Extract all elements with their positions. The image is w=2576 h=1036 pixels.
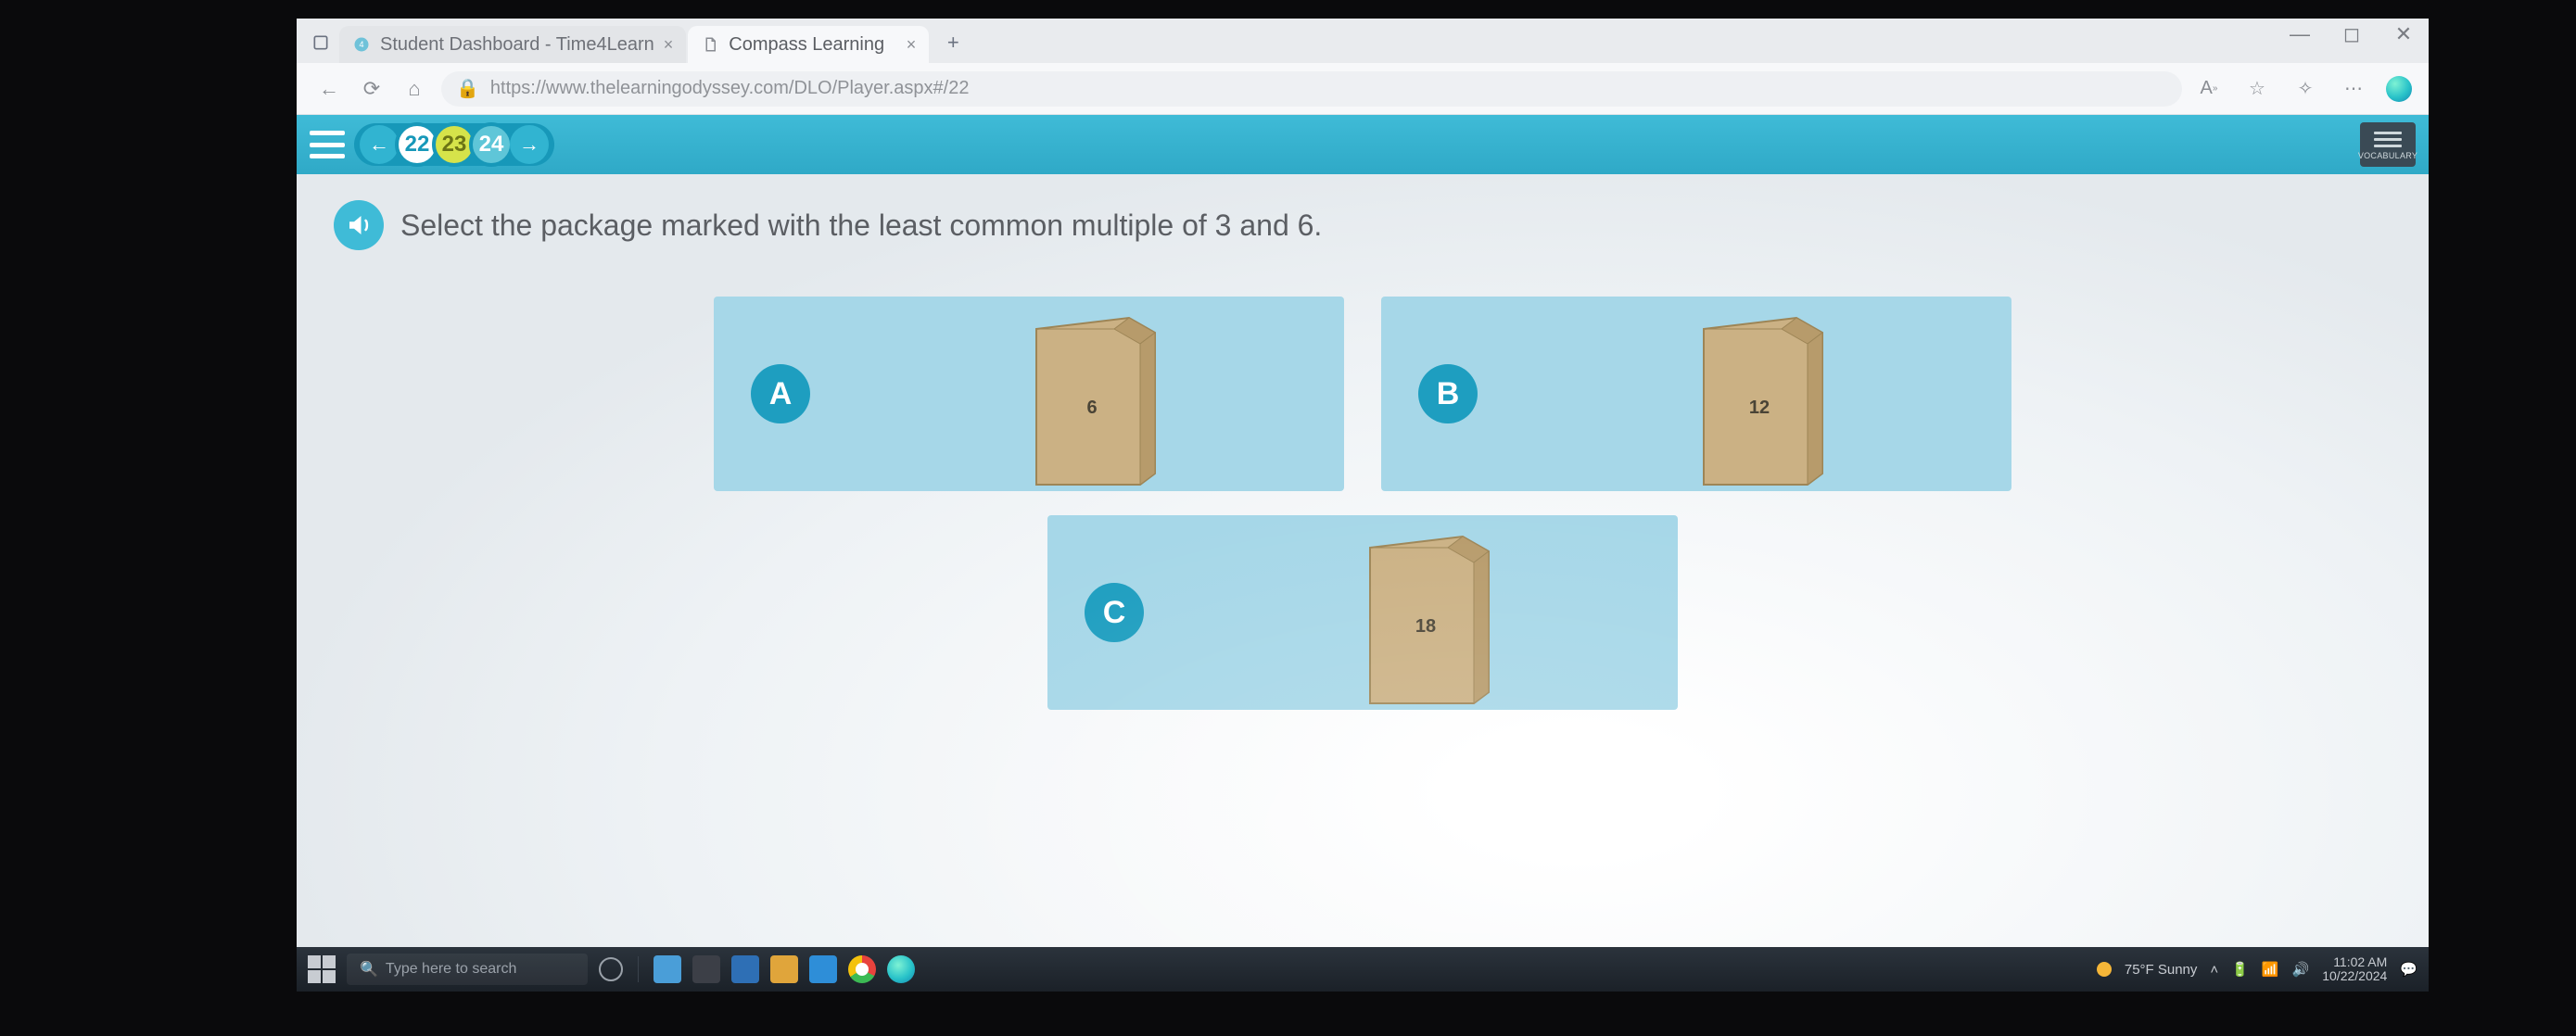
- window-minimize-button[interactable]: —: [2284, 22, 2316, 46]
- tray-chevron-up-icon[interactable]: ˄: [2210, 962, 2218, 978]
- tab-title: Compass Learning: [729, 34, 884, 56]
- tab-title: Student Dashboard - Time4Learn: [380, 34, 654, 56]
- start-button[interactable]: [308, 955, 336, 983]
- tab-student-dashboard[interactable]: 4 Student Dashboard - Time4Learn ×: [339, 26, 686, 63]
- weather-text[interactable]: 75°F Sunny: [2125, 962, 2198, 978]
- play-audio-button[interactable]: [334, 200, 384, 250]
- taskbar-search[interactable]: 🔍 Type here to search: [347, 954, 588, 985]
- vocabulary-button[interactable]: VOCABULARY: [2360, 122, 2416, 167]
- favorite-icon[interactable]: ☆: [2241, 73, 2273, 105]
- new-tab-button[interactable]: +: [936, 26, 970, 59]
- window-maximize-button[interactable]: ◻: [2336, 22, 2367, 46]
- battery-icon[interactable]: 🔋: [2231, 961, 2249, 978]
- answer-badge: C: [1085, 583, 1144, 642]
- system-tray: 75°F Sunny ˄ 🔋 📶 🔊 11:02 AM 10/22/2024 💬: [2097, 955, 2417, 984]
- back-button[interactable]: ←: [313, 73, 345, 105]
- taskbar-app-icon[interactable]: [770, 955, 798, 983]
- menu-icon[interactable]: [310, 131, 345, 158]
- answer-c[interactable]: C 18: [1047, 515, 1678, 710]
- prev-step-button[interactable]: ←: [360, 125, 399, 164]
- step-24[interactable]: 24: [469, 122, 514, 167]
- home-button[interactable]: ⌂: [399, 73, 430, 105]
- package-icon: 6: [1013, 306, 1171, 482]
- tab-close-icon[interactable]: ×: [664, 35, 674, 55]
- question-text: Select the package marked with the least…: [400, 208, 1322, 243]
- edge-icon[interactable]: [887, 955, 915, 983]
- package-icon: 18: [1347, 524, 1504, 701]
- read-aloud-icon[interactable]: A»: [2193, 73, 2225, 105]
- svg-text:4: 4: [359, 40, 363, 49]
- url-text: https://www.thelearningodyssey.com/DLO/P…: [490, 78, 970, 99]
- cortana-icon[interactable]: [599, 957, 623, 981]
- document-icon: [701, 35, 719, 54]
- browser-toolbar: ← ⟳ ⌂ 🔒 https://www.thelearningodyssey.c…: [297, 63, 2429, 115]
- answer-badge: B: [1418, 364, 1478, 423]
- notifications-icon[interactable]: 💬: [2400, 961, 2417, 978]
- browser-tabstrip: 4 Student Dashboard - Time4Learn × Compa…: [297, 19, 2429, 63]
- windows-taskbar: 🔍 Type here to search 75°F Sunny ˄ 🔋 📶 🔊: [297, 947, 2429, 992]
- package-icon: 12: [1681, 306, 1838, 482]
- lesson-content: Select the package marked with the least…: [297, 174, 2429, 947]
- taskbar-app-icon[interactable]: [809, 955, 837, 983]
- time4learning-favicon: 4: [352, 35, 371, 54]
- site-info-icon[interactable]: 🔒: [456, 77, 479, 100]
- answer-grid: A 6 B: [297, 259, 2429, 710]
- weather-icon: [2097, 962, 2112, 977]
- tab-overview-icon[interactable]: [304, 26, 337, 59]
- search-placeholder: Type here to search: [386, 961, 516, 978]
- package-value: 12: [1681, 398, 1838, 419]
- answer-a[interactable]: A 6: [714, 297, 1344, 491]
- next-step-button[interactable]: →: [510, 125, 549, 164]
- volume-icon[interactable]: 🔊: [2292, 961, 2310, 978]
- taskbar-app-icon[interactable]: [692, 955, 720, 983]
- answer-b[interactable]: B 12: [1381, 297, 2011, 491]
- chrome-icon[interactable]: [848, 955, 876, 983]
- taskbar-clock[interactable]: 11:02 AM 10/22/2024: [2322, 955, 2387, 984]
- edge-profile-icon[interactable]: [2386, 76, 2412, 102]
- window-controls: — ◻ ✕: [2284, 22, 2419, 46]
- window-close-button[interactable]: ✕: [2388, 22, 2419, 46]
- tab-compass-learning[interactable]: Compass Learning ×: [688, 26, 929, 63]
- refresh-button[interactable]: ⟳: [356, 73, 387, 105]
- more-icon[interactable]: ⋯: [2338, 73, 2369, 105]
- search-icon: 🔍: [360, 960, 378, 979]
- lesson-nav-bar: ← 22 23 24 → VOCABULARY: [297, 115, 2429, 174]
- collections-icon[interactable]: ✧: [2290, 73, 2321, 105]
- package-value: 6: [1013, 398, 1171, 419]
- wifi-icon[interactable]: 📶: [2262, 961, 2279, 978]
- package-value: 18: [1347, 616, 1504, 638]
- tab-close-icon[interactable]: ×: [907, 35, 917, 55]
- taskbar-app-icon[interactable]: [654, 955, 681, 983]
- answer-badge: A: [751, 364, 810, 423]
- taskbar-app-icon[interactable]: [731, 955, 759, 983]
- lesson-step-pill: ← 22 23 24 →: [354, 123, 554, 166]
- address-bar[interactable]: 🔒 https://www.thelearningodyssey.com/DLO…: [441, 71, 2182, 107]
